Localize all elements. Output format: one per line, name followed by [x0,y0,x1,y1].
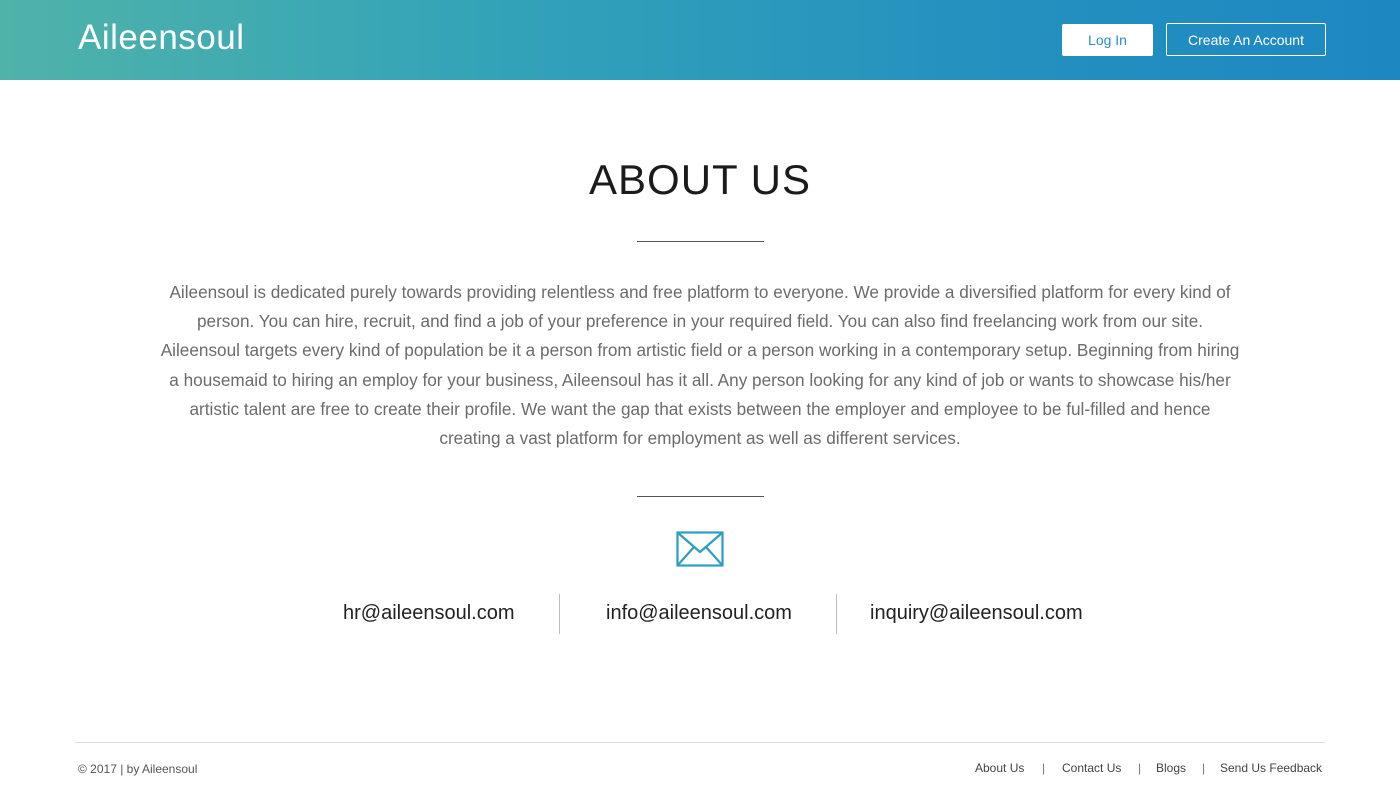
footer-copyright: © 2017 | by Aileensoul [78,762,198,776]
about-paragraph: Aileensoul is dedicated purely towards p… [160,282,1240,449]
footer-separator: | [1202,761,1206,775]
footer-separator: | [1138,761,1142,775]
footer-link-send-feedback[interactable]: Send Us Feedback [1220,761,1322,775]
footer-link-blogs[interactable]: Blogs [1156,761,1186,775]
top-header: Aileensoul Log In Create An Account [0,0,1400,80]
title-divider [637,241,764,242]
email-divider [836,594,837,634]
site-logo[interactable]: Aileensoul [78,18,245,58]
login-button[interactable]: Log In [1062,24,1153,56]
envelope-icon [676,531,724,567]
footer-link-about-us[interactable]: About Us [975,761,1024,775]
create-account-button[interactable]: Create An Account [1166,23,1326,56]
email-info-link[interactable]: info@aileensoul.com [606,602,792,625]
footer-link-contact-us[interactable]: Contact Us [1062,761,1121,775]
email-divider [559,594,560,634]
section-divider [637,496,764,497]
footer-separator: | [1042,761,1046,775]
email-inquiry-link[interactable]: inquiry@aileensoul.com [870,602,1083,625]
page-title: ABOUT US [589,156,811,203]
footer-divider [75,742,1325,743]
email-hr-link[interactable]: hr@aileensoul.com [343,602,515,625]
